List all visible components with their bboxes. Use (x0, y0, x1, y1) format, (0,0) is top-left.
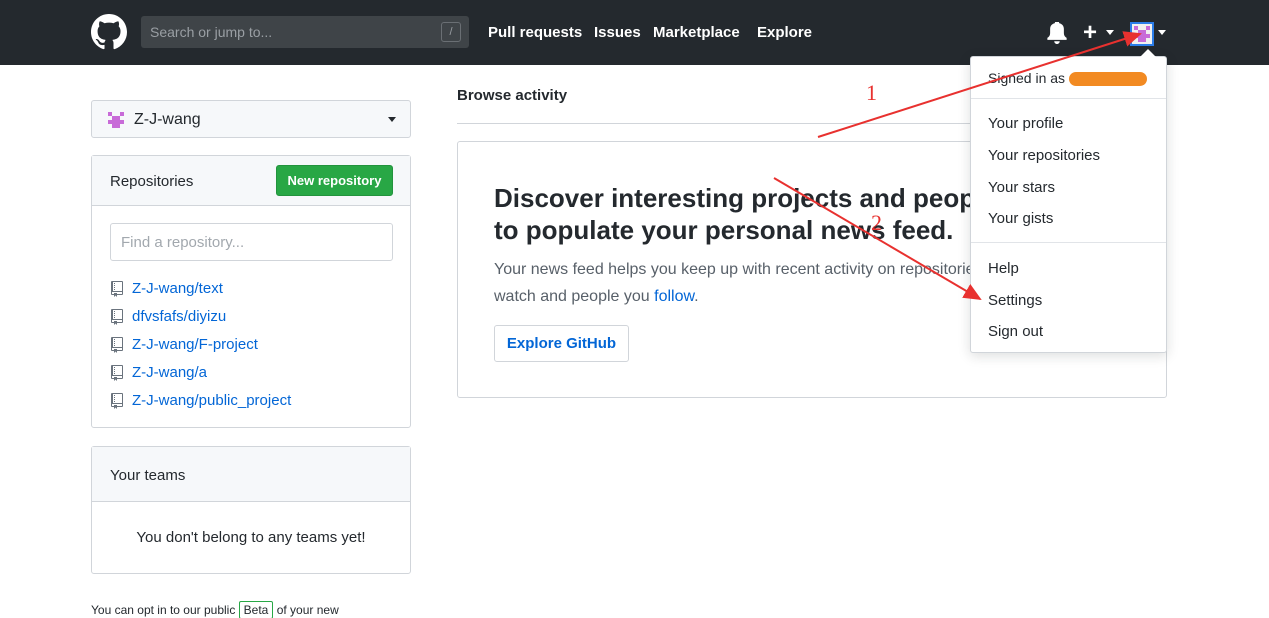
dropdown-pointer (1140, 49, 1156, 57)
nav-pull-requests[interactable]: Pull requests (488, 24, 582, 41)
repo-name[interactable]: Z-J-wang/F-project (132, 336, 258, 353)
beta-badge[interactable]: Beta (238, 601, 274, 618)
optin-notice: You can opt in to our public Beta of you… (91, 601, 339, 618)
bell-icon[interactable] (1047, 22, 1067, 44)
menu-item-your-repositories[interactable]: Your repositories (988, 147, 1100, 164)
optin-prefix: You can opt in to our public (91, 603, 236, 617)
optin-suffix: of your new (276, 603, 339, 617)
redacted-username (1069, 72, 1148, 87)
repositories-panel: Repositories New repository Z-J-wang/tex… (91, 155, 411, 428)
repo-name[interactable]: dfvsfafs/diyizu (132, 308, 226, 325)
menu-item-sign-out[interactable]: Sign out (988, 323, 1043, 340)
repo-book-icon (111, 337, 123, 353)
user-avatar[interactable] (1130, 22, 1154, 46)
menu-item-help[interactable]: Help (988, 260, 1019, 277)
github-logo-icon[interactable] (91, 14, 127, 50)
create-new-icon[interactable]: + (1083, 19, 1097, 47)
search-box[interactable]: / (141, 16, 469, 48)
repo-book-icon (111, 281, 123, 297)
discover-text-end: . (694, 288, 699, 305)
nav-marketplace[interactable]: Marketplace (653, 24, 740, 41)
menu-item-your-gists[interactable]: Your gists (988, 210, 1053, 227)
slash-shortcut-hint: / (441, 22, 461, 42)
menu-item-your-profile[interactable]: Your profile (988, 115, 1063, 132)
signed-in-label: Signed in as (988, 70, 1066, 86)
explore-github-button[interactable]: Explore GitHub (494, 325, 629, 362)
teams-panel: Your teams You don't belong to any teams… (91, 446, 411, 574)
repo-book-icon (111, 393, 123, 409)
dropdown-divider (971, 98, 1166, 99)
search-input[interactable] (141, 16, 469, 48)
discover-heading: Discover interesting projects and people… (494, 183, 997, 245)
teams-header: Your teams (92, 447, 410, 502)
create-dropdown-caret-icon[interactable] (1106, 30, 1114, 35)
teams-title: Your teams (110, 467, 186, 484)
signed-in-as: Signed in as (988, 70, 1148, 87)
repo-book-icon (111, 309, 123, 325)
nav-issues[interactable]: Issues (594, 24, 641, 41)
repo-name[interactable]: Z-J-wang/public_project (132, 392, 291, 409)
account-switcher[interactable]: Z-J-wang (91, 100, 411, 138)
repo-name[interactable]: Z-J-wang/text (132, 280, 223, 297)
menu-item-settings[interactable]: Settings (988, 292, 1042, 309)
browse-activity-title: Browse activity (457, 87, 568, 104)
discover-text: Your news feed helps you keep up with re… (494, 256, 1014, 310)
follow-link[interactable]: follow (654, 288, 694, 305)
new-repository-button[interactable]: New repository (276, 165, 393, 196)
chevron-down-icon (388, 117, 396, 122)
find-repository-field[interactable] (110, 223, 393, 261)
repo-book-icon (111, 365, 123, 381)
repositories-title: Repositories (110, 173, 194, 190)
teams-empty-message: You don't belong to any teams yet! (136, 529, 366, 546)
user-dropdown-menu: Signed in as Your profile Your repositor… (970, 49, 1167, 353)
find-repository-input[interactable] (111, 224, 392, 260)
dropdown-divider (971, 242, 1166, 243)
account-name: Z-J-wang (134, 111, 201, 128)
repo-name[interactable]: Z-J-wang/a (132, 364, 207, 381)
menu-item-your-stars[interactable]: Your stars (988, 179, 1055, 196)
annotation-label-1: 1 (866, 80, 877, 105)
avatar-dropdown-caret-icon[interactable] (1158, 30, 1166, 35)
nav-explore[interactable]: Explore (757, 24, 812, 41)
discover-text-body: Your news feed helps you keep up with re… (494, 261, 1013, 305)
account-avatar-icon (108, 112, 124, 128)
repositories-header: Repositories New repository (92, 156, 410, 206)
